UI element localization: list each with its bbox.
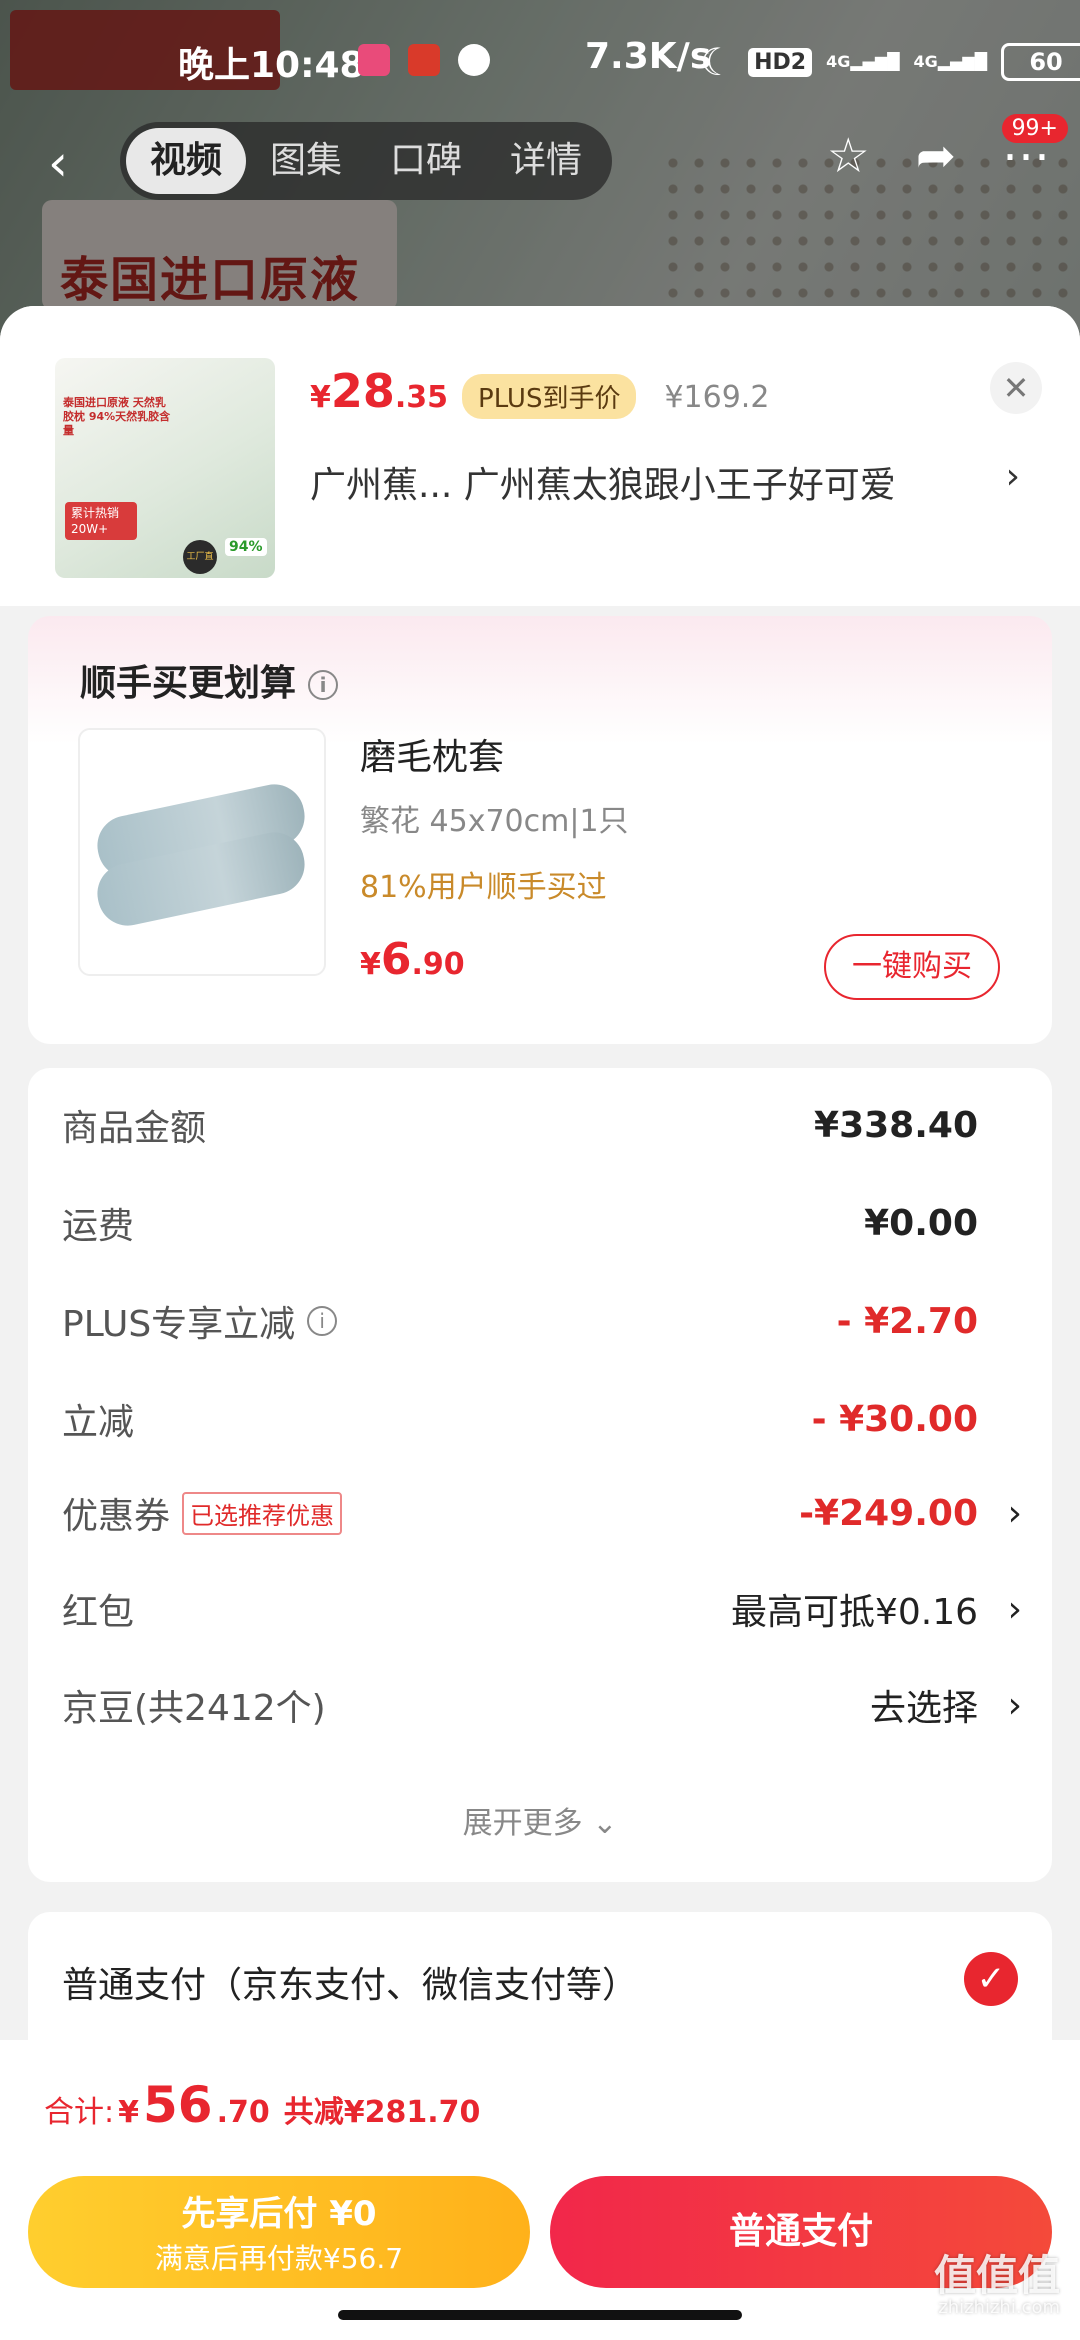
add-on-price: ¥6.90 <box>360 934 465 985</box>
check-icon[interactable]: ✓ <box>964 1952 1018 2006</box>
total-label: 合计: <box>44 2095 115 2130</box>
product-header: 泰国进口原液 天然乳胶枕 94%天然乳胶含量 累计热销 20W+ 工厂直营 94… <box>0 306 1080 606</box>
chevron-right-icon: › <box>1007 1684 1022 1726</box>
battery-icon: 60 <box>1001 43 1080 81</box>
price-line: ¥28.35 PLUS到手价 ¥169.2 <box>310 364 769 419</box>
add-on-card: 顺手买更划算 i 磨毛枕套 繁花 45x70cm|1只 81%用户顺手买过 ¥6.… <box>28 616 1052 1044</box>
thumb-factory: 工厂直营 <box>183 540 217 574</box>
summary-row-instant-discount: 立减 - ¥30.00 <box>62 1398 978 1444</box>
chevron-down-icon: ⌄ <box>592 1806 618 1841</box>
address-row[interactable]: 广州蕉... 广州蕉太狼跟小王子好可爱 › <box>310 456 1020 508</box>
share-icon[interactable]: ➦ <box>916 128 956 184</box>
thumb-percent: 94% <box>225 538 267 556</box>
back-icon[interactable]: ‹ <box>48 134 68 192</box>
plus-price-tag: PLUS到手价 <box>462 374 637 419</box>
signal-icon: 4G▂▄▆█ <box>826 52 900 71</box>
message-badge: 99+ <box>1001 114 1068 143</box>
address-text: 广州蕉... 广州蕉太狼跟小王子好可爱 <box>310 465 896 506</box>
total-int: 56 <box>142 2076 213 2134</box>
status-right: ☾ HD2 4G▂▄▆█ 4G▂▄▆█ 60 <box>700 40 1080 84</box>
status-bar: 晚上10:48 7.3K/s ☾ HD2 4G▂▄▆█ 4G▂▄▆█ 60 <box>0 30 1080 90</box>
pay-later-button[interactable]: 先享后付 ¥0 满意后再付款¥56.7 <box>28 2176 530 2288</box>
current-price: ¥28.35 <box>310 364 449 418</box>
thumb-sales: 累计热销 20W+ <box>65 502 137 540</box>
tab-video[interactable]: 视频 <box>126 128 247 194</box>
payment-method-label: 普通支付（京东支付、微信支付等） <box>62 1965 639 2006</box>
app-icon <box>358 44 390 76</box>
product-thumbnail: 泰国进口原液 天然乳胶枕 94%天然乳胶含量 累计热销 20W+ 工厂直营 94… <box>55 358 275 578</box>
net-speed: 7.3K/s <box>585 36 712 77</box>
chevron-right-icon: › <box>1005 456 1020 497</box>
total-dec: .70 <box>216 2095 270 2130</box>
one-click-buy-button[interactable]: 一键购买 <box>824 934 1000 1000</box>
total-saved: 共减¥281.70 <box>283 2095 481 2130</box>
home-indicator[interactable] <box>338 2310 742 2320</box>
info-icon[interactable]: i <box>307 1306 338 1336</box>
info-icon[interactable]: i <box>308 670 339 700</box>
tab-gallery[interactable]: 图集 <box>246 128 366 194</box>
tab-bar: 视频 图集 口碑 详情 <box>120 122 613 200</box>
summary-row-goods: 商品金额 ¥338.40 <box>62 1104 978 1150</box>
add-on-rate: 81%用户顺手买过 <box>360 870 607 905</box>
chevron-right-icon: › <box>1007 1492 1022 1534</box>
star-icon[interactable]: ☆ <box>827 128 870 184</box>
thumb-caption: 泰国进口原液 天然乳胶枕 94%天然乳胶含量 <box>63 396 171 437</box>
order-summary: 商品金额 ¥338.40 运费 ¥0.00 PLUS专享立减 i - ¥2.70 … <box>28 1068 1052 1882</box>
add-on-name: 磨毛枕套 <box>360 737 505 778</box>
summary-row-jd-beans[interactable]: 京豆(共2412个) 去选择 › <box>62 1670 1022 1740</box>
top-nav: ‹ 视频 图集 口碑 详情 ☆ ➦ ⋯ 99+ <box>0 114 1080 202</box>
notification-icons <box>358 44 490 76</box>
coupon-selected-tag: 已选推荐优惠 <box>182 1491 343 1535</box>
total-symbol: ¥ <box>118 2095 139 2130</box>
add-on-title: 顺手买更划算 i <box>80 654 339 706</box>
status-time: 晚上10:48 <box>178 45 365 86</box>
checkout-footer: 合计: ¥56.70 共减¥281.70 先享后付 ¥0 满意后再付款¥56.7… <box>0 2040 1080 2340</box>
app-icon <box>458 44 490 76</box>
expand-more-button[interactable]: 展开更多 ⌄ <box>28 1798 1052 1842</box>
chevron-right-icon: › <box>1007 1588 1022 1630</box>
total-line: 合计: ¥56.70 共减¥281.70 <box>44 2076 480 2134</box>
pillowcase-image[interactable] <box>78 728 326 976</box>
watermark-logo: 值值值 zhizhizhi.com <box>933 2251 1060 2318</box>
add-on-spec: 繁花 45x70cm|1只 <box>360 804 629 839</box>
signal-icon: 4G▂▄▆█ <box>913 52 988 71</box>
tab-details[interactable]: 详情 <box>486 128 606 194</box>
summary-row-shipping: 运费 ¥0.00 <box>62 1202 978 1248</box>
app-icon <box>408 44 440 76</box>
original-price: ¥169.2 <box>664 380 770 415</box>
hd-badge: HD2 <box>748 47 813 77</box>
checkout-sheet: 泰国进口原液 天然乳胶枕 94%天然乳胶含量 累计热销 20W+ 工厂直营 94… <box>0 306 1080 2340</box>
summary-row-coupon[interactable]: 优惠券 已选推荐优惠 -¥249.00 › <box>62 1478 1022 1548</box>
summary-row-red-packet[interactable]: 红包 最高可抵¥0.16 › <box>62 1574 1022 1644</box>
close-icon[interactable]: ✕ <box>990 362 1042 414</box>
moon-icon: ☾ <box>700 40 735 84</box>
summary-row-plus-discount: PLUS专享立减 i - ¥2.70 <box>62 1300 978 1346</box>
tab-reviews[interactable]: 口碑 <box>366 128 486 194</box>
